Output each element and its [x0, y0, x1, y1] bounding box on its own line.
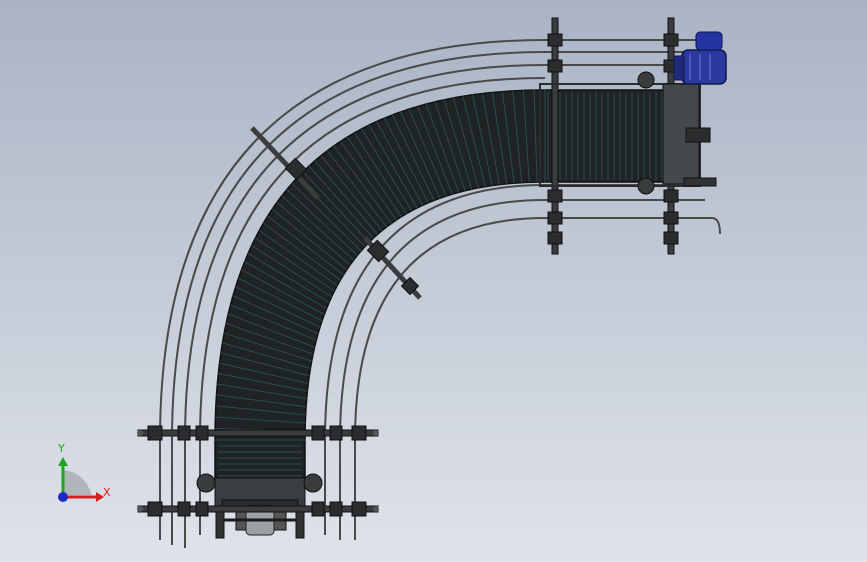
motor-body [681, 49, 727, 85]
clamp [329, 501, 343, 517]
guide-rail-inner-1 [324, 184, 690, 535]
guide-rail-inner-2 [339, 199, 705, 540]
clamp [177, 501, 191, 517]
clamp [663, 189, 679, 203]
bottom-sprocket-left [196, 473, 216, 493]
clamp [547, 231, 563, 245]
clamp [547, 33, 563, 47]
motor-fan-cover [695, 31, 723, 51]
clamp [351, 501, 367, 517]
knob [137, 506, 143, 512]
conveyor-model[interactable] [0, 0, 867, 562]
drive-tail-plate [683, 177, 717, 187]
clamp [311, 501, 325, 517]
clamp [329, 425, 343, 441]
knob [373, 430, 379, 436]
clamp [195, 501, 209, 517]
triad-y-arrow [58, 457, 68, 466]
clamp [195, 425, 209, 441]
diagonal-support-upper [250, 126, 320, 200]
drive-bracket [685, 127, 711, 143]
clamp [177, 425, 191, 441]
knob [137, 430, 143, 436]
clamp [663, 231, 679, 245]
clamp [147, 501, 163, 517]
triad-xy-plane [63, 470, 92, 495]
chain-belt [214, 89, 666, 486]
bottom-sprocket-right [303, 473, 323, 493]
clamp [147, 425, 163, 441]
clamp [547, 211, 563, 225]
drive-sprocket-bottom [637, 177, 655, 195]
coordinate-triad [58, 457, 104, 502]
cad-viewport[interactable]: X Y [0, 0, 867, 562]
clamp [547, 59, 563, 73]
triad-x-label: X [103, 486, 111, 499]
clamp [663, 33, 679, 47]
motor-flange [673, 55, 685, 81]
clamp [351, 425, 367, 441]
clamp [663, 211, 679, 225]
guide-rail-inner-3 [354, 217, 721, 540]
knob [373, 506, 379, 512]
triad-y-label: Y [58, 442, 65, 455]
clamp [547, 189, 563, 203]
clamp [311, 425, 325, 441]
drive-sprocket-top [637, 71, 655, 89]
triad-z-axis [58, 492, 68, 502]
